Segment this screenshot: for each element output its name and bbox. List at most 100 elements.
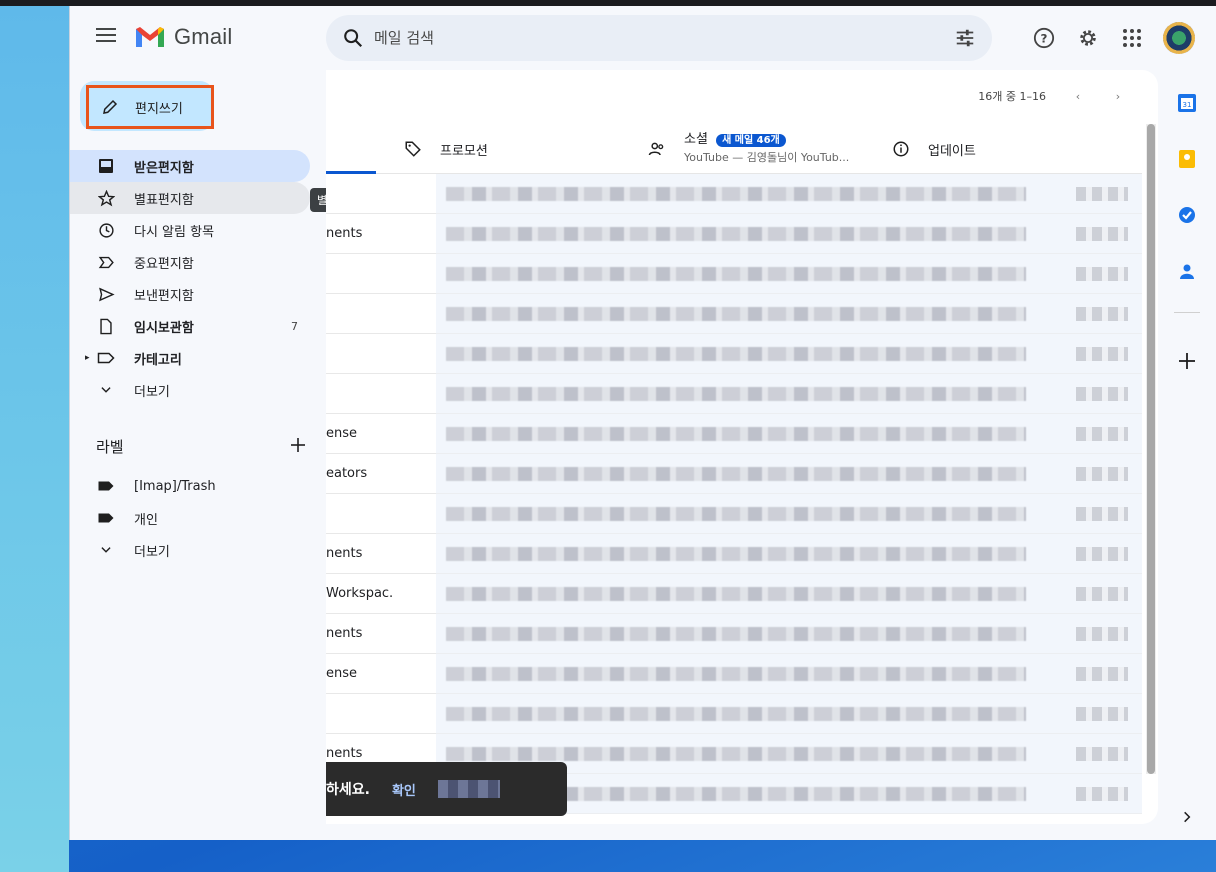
gmail-logo[interactable]: Gmail [134, 24, 232, 50]
chevron-right-icon[interactable] [1176, 806, 1198, 828]
tasks-icon[interactable] [1176, 204, 1198, 226]
labels-more[interactable]: 더보기 [70, 534, 310, 566]
snackbar-secondary-button[interactable] [437, 780, 500, 798]
table-row[interactable]: nents [326, 534, 1142, 574]
clock-icon [97, 221, 115, 239]
row-date-redacted [1076, 307, 1128, 321]
row-content-redacted [446, 347, 1026, 361]
row-date-redacted [1076, 467, 1128, 481]
sidebar-item-label: 다시 알림 항목 [134, 224, 215, 240]
table-row[interactable] [326, 174, 1142, 214]
label-item-imap-trash[interactable]: [Imap]/Trash [70, 470, 310, 502]
main-menu-button[interactable] [92, 24, 120, 52]
sidebar-item-label: 임시보관함 [134, 320, 194, 336]
sidebar-item-sent[interactable]: 보낸편지함 [70, 278, 310, 310]
row-sender [326, 174, 436, 214]
table-row[interactable] [326, 694, 1142, 734]
label-item-label: [Imap]/Trash [134, 478, 216, 494]
label-icon [97, 477, 115, 495]
sidebar-item-label: 별표편지함 [134, 192, 194, 208]
table-row[interactable] [326, 374, 1142, 414]
scrollbar-thumb[interactable] [1147, 124, 1155, 774]
prev-page-icon[interactable]: ‹ [1070, 88, 1086, 104]
table-row[interactable]: ense [326, 414, 1142, 454]
next-page-icon[interactable]: › [1110, 88, 1126, 104]
mail-list-scrollbar[interactable] [1146, 124, 1156, 774]
row-sender [326, 254, 436, 294]
snackbar-confirm-button[interactable]: 확인 [392, 780, 416, 799]
row-sender: nents [326, 534, 436, 574]
row-date-redacted [1076, 427, 1128, 441]
search-input[interactable] [374, 29, 954, 47]
search-icon[interactable] [342, 27, 364, 49]
tab-updates[interactable]: 업데이트 [892, 124, 976, 174]
search-options-icon[interactable] [954, 27, 976, 49]
row-content-redacted [446, 507, 1026, 521]
sidebar-item-label: 카테고리 [134, 352, 182, 368]
table-row[interactable]: nents [326, 614, 1142, 654]
svg-text:31: 31 [1183, 101, 1192, 109]
sidebar-item-inbox[interactable]: 받은편지함 [70, 150, 310, 182]
row-date-redacted [1076, 387, 1128, 401]
sidebar-item-snoozed[interactable]: 다시 알림 항목 [70, 214, 310, 246]
mail-list-panel: 16개 중 1–16 ‹ › 프로모션 소셜 새 메일 46개 YouTube … [326, 70, 1158, 824]
contacts-icon[interactable] [1176, 260, 1198, 282]
side-panel: 31 [1160, 70, 1216, 840]
table-row[interactable] [326, 494, 1142, 534]
tab-social-text: 소셜 새 메일 46개 YouTube — 김영돌님이 YouTub... [684, 132, 849, 165]
table-row[interactable]: nents [326, 214, 1142, 254]
compose-button[interactable]: 편지쓰기 [86, 85, 214, 129]
add-addon-icon[interactable] [1176, 350, 1198, 372]
table-row[interactable]: ense [326, 654, 1142, 694]
row-content-redacted [446, 747, 1026, 761]
row-sender: nents [326, 614, 436, 654]
important-icon [97, 253, 115, 271]
chevron-down-icon [97, 381, 115, 399]
add-label-icon[interactable] [290, 437, 306, 457]
sidebar-item-starred[interactable]: 별표편지함 [70, 182, 310, 214]
row-sender: eators [326, 454, 436, 494]
label-item-personal[interactable]: 개인 [70, 502, 310, 534]
row-date-redacted [1076, 627, 1128, 641]
search-bar[interactable] [326, 15, 992, 61]
row-content-redacted [446, 667, 1026, 681]
label-item-label: 더보기 [134, 544, 170, 560]
tab-label: 프로모션 [440, 143, 488, 159]
tab-promotions[interactable]: 프로모션 [404, 124, 488, 174]
settings-gear-icon[interactable] [1076, 26, 1100, 50]
table-row[interactable]: Workspac. [326, 574, 1142, 614]
row-content-redacted [446, 307, 1026, 321]
pagination-text: 16개 중 1–16 [978, 90, 1046, 103]
row-date-redacted [1076, 787, 1128, 801]
sidebar-item-drafts[interactable]: 임시보관함 7 [70, 310, 310, 342]
sidebar-item-important[interactable]: 중요편지함 [70, 246, 310, 278]
desktop-background [0, 6, 69, 872]
sidebar-nav: 받은편지함 별표편지함 다시 알림 항목 중요편지함 보낸편지함 임시보관함 7… [70, 150, 310, 406]
labels-title: 라벨 [96, 438, 124, 456]
help-icon[interactable]: ? [1032, 26, 1056, 50]
table-row[interactable]: eators [326, 454, 1142, 494]
people-icon [648, 142, 664, 156]
tag-icon [405, 141, 421, 157]
row-date-redacted [1076, 587, 1128, 601]
table-row[interactable] [326, 254, 1142, 294]
calendar-icon[interactable]: 31 [1176, 92, 1198, 114]
tab-social[interactable]: 소셜 새 메일 46개 YouTube — 김영돌님이 YouTub... [648, 124, 849, 174]
table-row[interactable] [326, 294, 1142, 334]
apps-grid-icon[interactable] [1120, 26, 1144, 50]
row-content-redacted [446, 427, 1026, 441]
sidebar-item-label: 더보기 [134, 384, 170, 400]
row-sender: nents [326, 214, 436, 254]
sidebar-item-label: 보낸편지함 [134, 288, 194, 304]
pagination: 16개 중 1–16 ‹ › [978, 88, 1126, 104]
chevron-down-icon [97, 541, 115, 559]
table-row[interactable] [326, 334, 1142, 374]
row-date-redacted [1076, 267, 1128, 281]
sidebar-item-more[interactable]: 더보기 [70, 374, 310, 406]
expand-arrow-icon[interactable]: ▸ [85, 353, 90, 363]
row-content-redacted [446, 387, 1026, 401]
account-avatar[interactable] [1163, 22, 1195, 54]
gmail-m-icon [136, 27, 164, 47]
sidebar-item-categories[interactable]: ▸ 카테고리 [70, 342, 310, 374]
keep-icon[interactable] [1176, 148, 1198, 170]
